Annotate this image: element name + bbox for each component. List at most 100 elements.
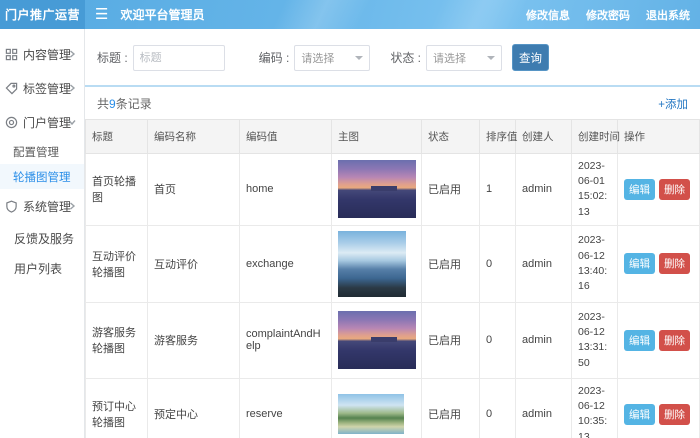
row-sort-value: 0 [480,302,516,378]
row-code-value: complaintAndHelp [240,302,332,378]
chevron-right-icon [68,202,76,210]
row-created-time: 2023-06-12 13:31:50 [572,302,618,378]
title-filter-label: 标题 : [97,49,128,66]
record-count-text: 共9条记录 [97,95,152,112]
main-content: 标题 : 编码 : 请选择 状态 : 请选择 查询 共9条记录 +添加 [85,29,700,438]
row-title: 游客服务轮播图 [86,302,148,378]
row-code-name: 互动评价 [148,225,240,302]
sidebar-item-用户列表[interactable]: 用户列表 [0,253,84,283]
column-header-主图: 主图 [332,120,422,154]
title-filter-input[interactable] [133,45,225,71]
sidebar-item-系统管理[interactable]: 系统管理 [0,189,84,223]
row-thumbnail-image [338,311,416,369]
edit-button[interactable]: 编辑 [624,179,655,200]
chevron-down-icon [487,56,495,60]
table-body: 首页轮播图首页home已启用1admin2023-06-01 15:02:13编… [86,154,700,438]
sidebar-item-label: 标签管理 [23,80,71,97]
record-count-number: 9 [109,97,116,111]
row-actions: 编辑删除 [618,225,700,302]
delete-button[interactable]: 删除 [659,253,690,274]
row-sort-value: 1 [480,154,516,226]
carousel-table: 标题编码名称编码值主图状态排序值创建人创建时间操作 首页轮播图首页home已启用… [85,119,700,438]
row-created-time: 2023-06-12 10:35:13 [572,378,618,438]
sidebar-item-内容管理[interactable]: 内容管理 [0,37,84,71]
code-filter-label: 编码 : [259,49,290,66]
change-password-link[interactable]: 修改密码 [586,7,630,23]
delete-button[interactable]: 删除 [659,404,690,425]
sidebar-item-label: 内容管理 [23,46,71,63]
sidebar-item-label: 用户列表 [14,260,62,277]
chevron-right-icon [68,50,76,58]
table-row: 预订中心轮播图预定中心reserve 已启用0admin2023-06-12 10… [86,378,700,438]
row-actions: 编辑删除 [618,154,700,226]
edit-button[interactable]: 编辑 [624,330,655,351]
row-thumbnail-image [338,160,416,218]
row-code-value: exchange [240,225,332,302]
app-logo: 门户推广运营 [0,0,85,29]
code-select-value: 请选择 [301,50,334,66]
row-title: 互动评价轮播图 [86,225,148,302]
row-code-name: 游客服务 [148,302,240,378]
sidebar-item-配置管理[interactable]: 配置管理 [0,139,84,164]
column-header-标题: 标题 [86,120,148,154]
sidebar: 内容管理标签管理门户管理配置管理轮播图管理系统管理反馈及服务用户列表 [0,29,85,438]
row-status: 已启用 [422,378,480,438]
hamburger-menu-icon[interactable]: ☰ [95,7,108,22]
edit-info-link[interactable]: 修改信息 [526,7,570,23]
add-record-link[interactable]: +添加 [658,96,688,112]
row-main-image-cell [332,302,422,378]
table-row: 游客服务轮播图游客服务complaintAndHelp 已启用0admin2023… [86,302,700,378]
table-header-row: 标题编码名称编码值主图状态排序值创建人创建时间操作 [86,120,700,154]
search-button[interactable]: 查询 [512,44,549,71]
row-creator: admin [516,302,572,378]
sidebar-item-标签管理[interactable]: 标签管理 [0,71,84,105]
sidebar-item-label: 配置管理 [13,144,59,160]
delete-button[interactable]: 删除 [659,179,690,200]
tag-icon [5,82,18,95]
grid-icon [5,48,18,61]
row-code-value: reserve [240,378,332,438]
edit-button[interactable]: 编辑 [624,404,655,425]
row-sort-value: 0 [480,378,516,438]
row-code-name: 预定中心 [148,378,240,438]
portal-icon [5,116,18,129]
status-filter-label: 状态 : [390,49,421,66]
row-code-value: home [240,154,332,226]
row-creator: admin [516,378,572,438]
sidebar-item-门户管理[interactable]: 门户管理 [0,105,84,139]
shield-icon [5,200,18,213]
sidebar-item-label: 轮播图管理 [13,169,71,185]
column-header-操作: 操作 [618,120,700,154]
row-code-name: 首页 [148,154,240,226]
welcome-text: 欢迎平台管理员 [120,6,204,23]
column-header-状态: 状态 [422,120,480,154]
code-filter-select[interactable]: 请选择 [294,45,370,71]
top-bar: 门户推广运营 ☰ 欢迎平台管理员 修改信息 修改密码 退出系统 [0,0,700,29]
column-header-排序值: 排序值 [480,120,516,154]
logout-link[interactable]: 退出系统 [646,7,690,23]
sidebar-item-轮播图管理[interactable]: 轮播图管理 [0,164,84,189]
edit-button[interactable]: 编辑 [624,253,655,274]
row-title: 预订中心轮播图 [86,378,148,438]
table-row: 互动评价轮播图互动评价exchange已启用0admin2023-06-12 1… [86,225,700,302]
row-status: 已启用 [422,225,480,302]
chevron-down-icon [355,56,363,60]
chevron-right-icon [68,84,76,92]
filter-bar: 标题 : 编码 : 请选择 状态 : 请选择 查询 [85,29,700,85]
row-status: 已启用 [422,302,480,378]
sidebar-item-label: 反馈及服务 [14,230,74,247]
row-thumbnail-image [338,231,406,297]
status-filter-select[interactable]: 请选择 [426,45,502,71]
row-status: 已启用 [422,154,480,226]
row-main-image-cell [332,154,422,226]
table-row: 首页轮播图首页home已启用1admin2023-06-01 15:02:13编… [86,154,700,226]
column-header-创建时间: 创建时间 [572,120,618,154]
row-actions: 编辑删除 [618,302,700,378]
row-thumbnail-image [338,394,404,434]
column-header-编码名称: 编码名称 [148,120,240,154]
row-sort-value: 0 [480,225,516,302]
sidebar-item-反馈及服务[interactable]: 反馈及服务 [0,223,84,253]
delete-button[interactable]: 删除 [659,330,690,351]
row-actions: 编辑删除 [618,378,700,438]
sidebar-item-label: 门户管理 [23,114,71,131]
